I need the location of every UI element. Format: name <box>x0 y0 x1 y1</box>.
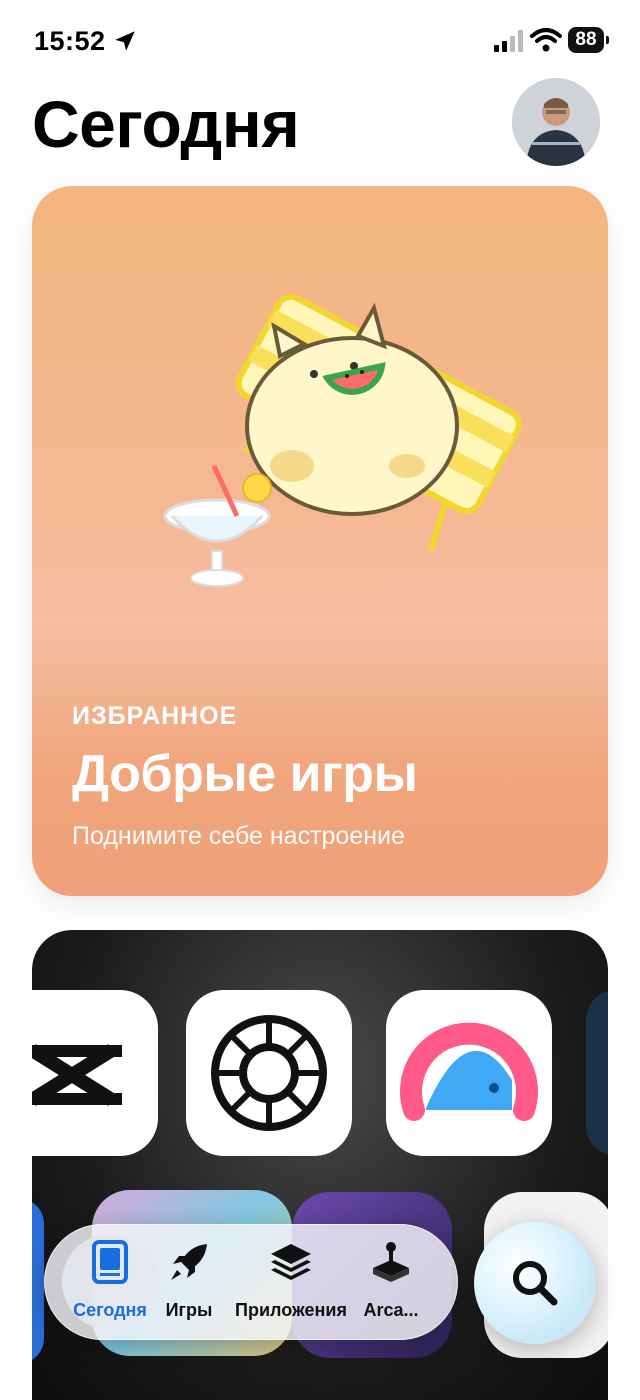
account-avatar[interactable] <box>512 78 600 166</box>
status-bar: 15:52 88 <box>0 0 640 80</box>
battery-indicator: 88 <box>568 27 609 53</box>
tab-arcade[interactable]: Arca... <box>356 1224 426 1340</box>
wifi-icon <box>530 28 562 52</box>
tab-label: Arca... <box>363 1300 419 1320</box>
search-icon <box>513 1261 558 1306</box>
layers-icon <box>271 1244 311 1280</box>
tab-label: Сегодня <box>73 1300 147 1320</box>
cat-on-sunlounger-illustration <box>163 293 522 587</box>
tab-label: Приложения <box>235 1300 347 1320</box>
partial-app-icon <box>32 1198 44 1364</box>
story-headline: Добрые игры <box>72 745 418 803</box>
search-button[interactable] <box>474 1222 596 1344</box>
avatar-person-icon <box>512 78 600 166</box>
capcut-app-icon <box>32 990 158 1156</box>
location-arrow-icon <box>115 31 135 51</box>
page-title: Сегодня <box>32 87 300 161</box>
tab-apps[interactable]: Приложения <box>226 1224 356 1340</box>
story-subheadline: Поднимите себе настроение <box>72 822 405 850</box>
status-time: 15:52 <box>34 26 106 56</box>
tab-label: Игры <box>165 1300 213 1320</box>
tab-games[interactable]: Игры <box>154 1224 224 1340</box>
joystick-icon <box>373 1242 409 1282</box>
today-icon <box>92 1240 128 1284</box>
tab-bar: Сегодня Игры Приложения Arca... <box>44 1224 458 1340</box>
rocket-icon <box>171 1244 207 1280</box>
featured-story-card[interactable]: ИЗБРАННОЕ Добрые игры Поднимите себе нас… <box>32 186 608 896</box>
tab-today[interactable]: Сегодня <box>70 1224 150 1340</box>
facetune-app-icon <box>386 990 552 1156</box>
story-eyebrow: ИЗБРАННОЕ <box>72 702 238 730</box>
partial-app-icon <box>586 990 608 1156</box>
cellular-signal-icon <box>494 30 523 52</box>
vsco-app-icon <box>186 990 352 1156</box>
